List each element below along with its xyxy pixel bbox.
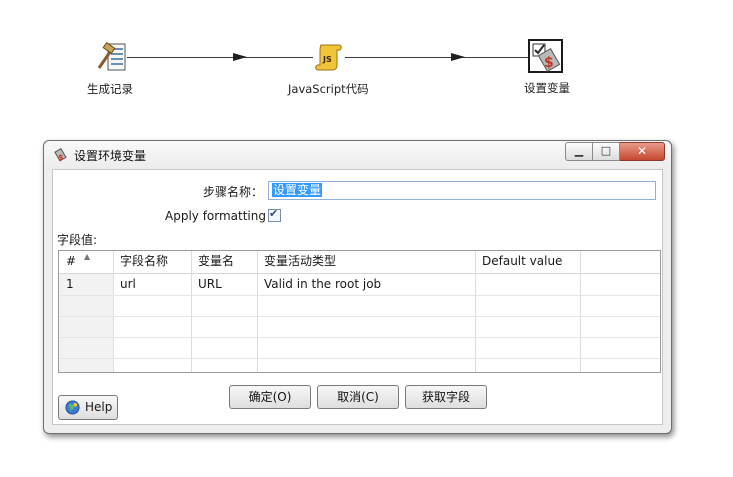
help-button[interactable]: Help: [58, 395, 118, 420]
set-variables-icon[interactable]: $: [530, 41, 562, 73]
dialog-content: 步骤名称： 设置变量 Apply formatting ✔ 字段值: # ▲ 字…: [52, 169, 663, 425]
close-button[interactable]: ✕: [620, 142, 665, 161]
column-header-field-name[interactable]: 字段名称: [113, 251, 191, 272]
column-divider: [191, 251, 192, 372]
minimize-button[interactable]: ▁: [565, 142, 593, 161]
maximize-button[interactable]: □: [593, 142, 620, 161]
fields-table[interactable]: # ▲ 字段名称 变量名 变量活动类型 Default value 1 url …: [58, 250, 661, 373]
dialog-title: 设置环境变量: [74, 149, 147, 163]
svg-text:$: $: [544, 55, 554, 71]
step-name-input[interactable]: 设置变量: [268, 181, 656, 200]
field-name-cell[interactable]: url: [113, 274, 191, 295]
hop-arrow-2: [451, 53, 465, 61]
step-name-value: 设置变量: [272, 183, 323, 197]
variable-scope-cell[interactable]: Valid in the root job: [257, 274, 475, 295]
default-value-cell[interactable]: [475, 274, 580, 295]
sort-ascending-icon: ▲: [84, 252, 91, 261]
hop-arrow-1: [233, 53, 247, 61]
help-label: Help: [85, 400, 113, 414]
fields-label: 字段值:: [57, 233, 98, 247]
svg-text:JS: JS: [322, 55, 332, 64]
row-divider: [59, 358, 660, 359]
apply-formatting-checkbox[interactable]: ✔: [268, 207, 281, 222]
cancel-button[interactable]: 取消(C): [317, 385, 399, 409]
column-divider: [475, 251, 476, 372]
row-generator-icon[interactable]: [95, 41, 127, 73]
row-divider: [59, 316, 660, 317]
get-fields-button[interactable]: 获取字段: [405, 385, 487, 409]
hop-line-1[interactable]: [127, 57, 313, 58]
step-name-label: 步骤名称：: [203, 185, 264, 199]
column-divider: [113, 251, 114, 372]
step-label: 设置变量: [524, 81, 570, 95]
step-label: JavaScript代码: [288, 82, 369, 96]
row-divider: [59, 295, 660, 296]
column-divider: [257, 251, 258, 372]
set-environment-variables-dialog: $ 设置环境变量 ▁ □ ✕ 步骤名称： 设置变量 Apply formatti…: [43, 140, 672, 434]
svg-text:$: $: [58, 153, 64, 162]
window-controls: ▁ □ ✕: [565, 142, 665, 161]
table-header: # ▲ 字段名称 变量名 变量活动类型 Default value: [59, 251, 660, 274]
javascript-scroll-icon[interactable]: JS: [313, 41, 345, 73]
column-header-variable-name[interactable]: 变量名: [191, 251, 257, 272]
hop-line-2[interactable]: [345, 57, 528, 58]
help-globe-icon: [65, 400, 80, 415]
variable-name-cell[interactable]: URL: [191, 274, 257, 295]
column-divider: [580, 251, 581, 372]
maximize-icon: □: [600, 144, 612, 157]
column-header-default-value[interactable]: Default value: [475, 251, 580, 272]
step-label: 生成记录: [87, 82, 133, 96]
ok-button[interactable]: 确定(O): [229, 385, 311, 409]
checkmark-icon: ✔: [269, 207, 279, 220]
apply-formatting-label: Apply formatting: [165, 209, 266, 223]
dialog-titlebar[interactable]: $ 设置环境变量 ▁ □ ✕: [44, 141, 671, 169]
minimize-icon: ▁: [574, 144, 584, 157]
set-variables-icon: $: [54, 147, 67, 162]
row-number: 1: [66, 277, 74, 291]
close-icon: ✕: [636, 144, 648, 158]
row-divider: [59, 337, 660, 338]
column-header-variable-scope[interactable]: 变量活动类型: [257, 251, 475, 272]
